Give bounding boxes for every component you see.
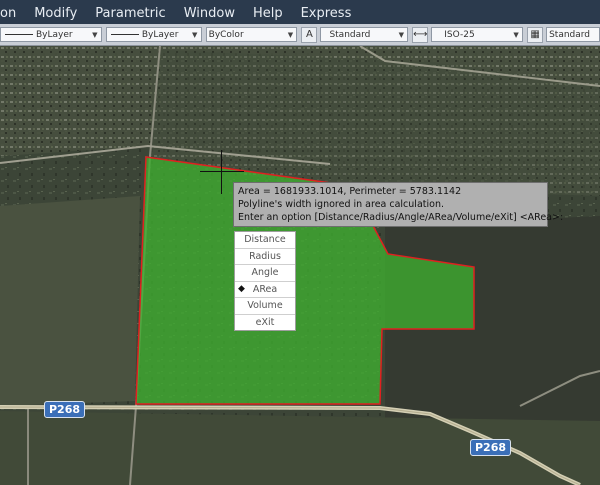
plotstyle-dropdown[interactable]: ByColor ▼ <box>205 27 298 42</box>
dim-style-icon[interactable]: ⟷ <box>412 26 429 43</box>
selected-bullet-icon: ◆ <box>238 283 245 294</box>
table-style-dropdown[interactable]: Standard <box>546 27 600 42</box>
text-style-icon[interactable]: A <box>301 26 318 43</box>
chevron-down-icon: ▼ <box>513 30 519 39</box>
plotstyle-value: ByColor <box>208 29 244 40</box>
option-area[interactable]: ◆ ARea <box>235 282 295 298</box>
option-distance[interactable]: Distance <box>235 232 295 249</box>
drawing-canvas[interactable]: P268 P268 <box>0 46 600 485</box>
dim-style-dropdown[interactable]: ISO-25 ▼ <box>431 27 524 42</box>
menu-item-help[interactable]: Help <box>244 6 292 24</box>
option-exit[interactable]: eXit <box>235 315 295 331</box>
road-label-p268: P268 <box>44 401 86 418</box>
chevron-down-icon: ▼ <box>191 30 198 39</box>
option-label: eXit <box>255 316 275 328</box>
option-label: Angle <box>251 267 279 278</box>
option-radius[interactable]: Radius <box>235 249 295 265</box>
menu-item-window[interactable]: Window <box>175 6 244 24</box>
menu-item-express[interactable]: Express <box>292 6 361 24</box>
option-label: ARea <box>252 283 278 295</box>
chevron-down-icon: ▼ <box>92 30 98 39</box>
color-dropdown[interactable]: ByLayer ▼ <box>0 27 102 42</box>
area-result-text: Area = 1681933.1014, Perimeter = 5783.11… <box>238 186 462 197</box>
properties-toolbar: ByLayer ▼ ByLayer ▼ ByColor ▼ A Standard… <box>0 24 600 46</box>
option-label: Volume <box>247 300 283 311</box>
linetype-value: ByLayer <box>141 29 179 40</box>
chevron-down-icon: ▼ <box>287 30 294 39</box>
text-style-dropdown[interactable]: Standard ▼ <box>320 27 409 42</box>
menu-bar: on Modify Parametric Window Help Express <box>0 0 600 24</box>
command-options-menu: Distance Radius Angle ◆ ARea Volume eXit <box>234 231 296 331</box>
cursor-crosshair-icon <box>221 150 222 194</box>
menu-item-view[interactable]: on <box>0 6 25 24</box>
option-label: Radius <box>249 250 281 262</box>
option-volume[interactable]: Volume <box>235 298 295 315</box>
polyline-width-note: Polyline's width ignored in area calcula… <box>238 199 444 210</box>
table-style-icon[interactable]: ▦ <box>527 26 544 43</box>
dim-style-value: ISO-25 <box>444 29 475 40</box>
menu-item-parametric[interactable]: Parametric <box>86 6 174 24</box>
option-prompt-text: Enter an option [Distance/Radius/Angle/A… <box>238 212 564 223</box>
cursor-crosshair-icon <box>200 171 244 172</box>
linetype-dropdown[interactable]: ByLayer ▼ <box>105 27 202 42</box>
command-prompt-tooltip: Area = 1681933.1014, Perimeter = 5783.11… <box>233 182 564 227</box>
menu-item-modify[interactable]: Modify <box>25 6 86 24</box>
color-value: ByLayer <box>36 29 73 40</box>
linetype-swatch <box>110 33 139 35</box>
road-label-p268: P268 <box>470 439 512 456</box>
linetype-swatch <box>5 33 33 35</box>
chevron-down-icon: ▼ <box>398 30 404 39</box>
table-style-value: Standard <box>549 29 591 40</box>
satellite-map <box>0 46 600 485</box>
option-angle[interactable]: Angle <box>235 265 295 282</box>
text-style-value: Standard <box>329 29 371 40</box>
option-label: Distance <box>244 234 286 245</box>
